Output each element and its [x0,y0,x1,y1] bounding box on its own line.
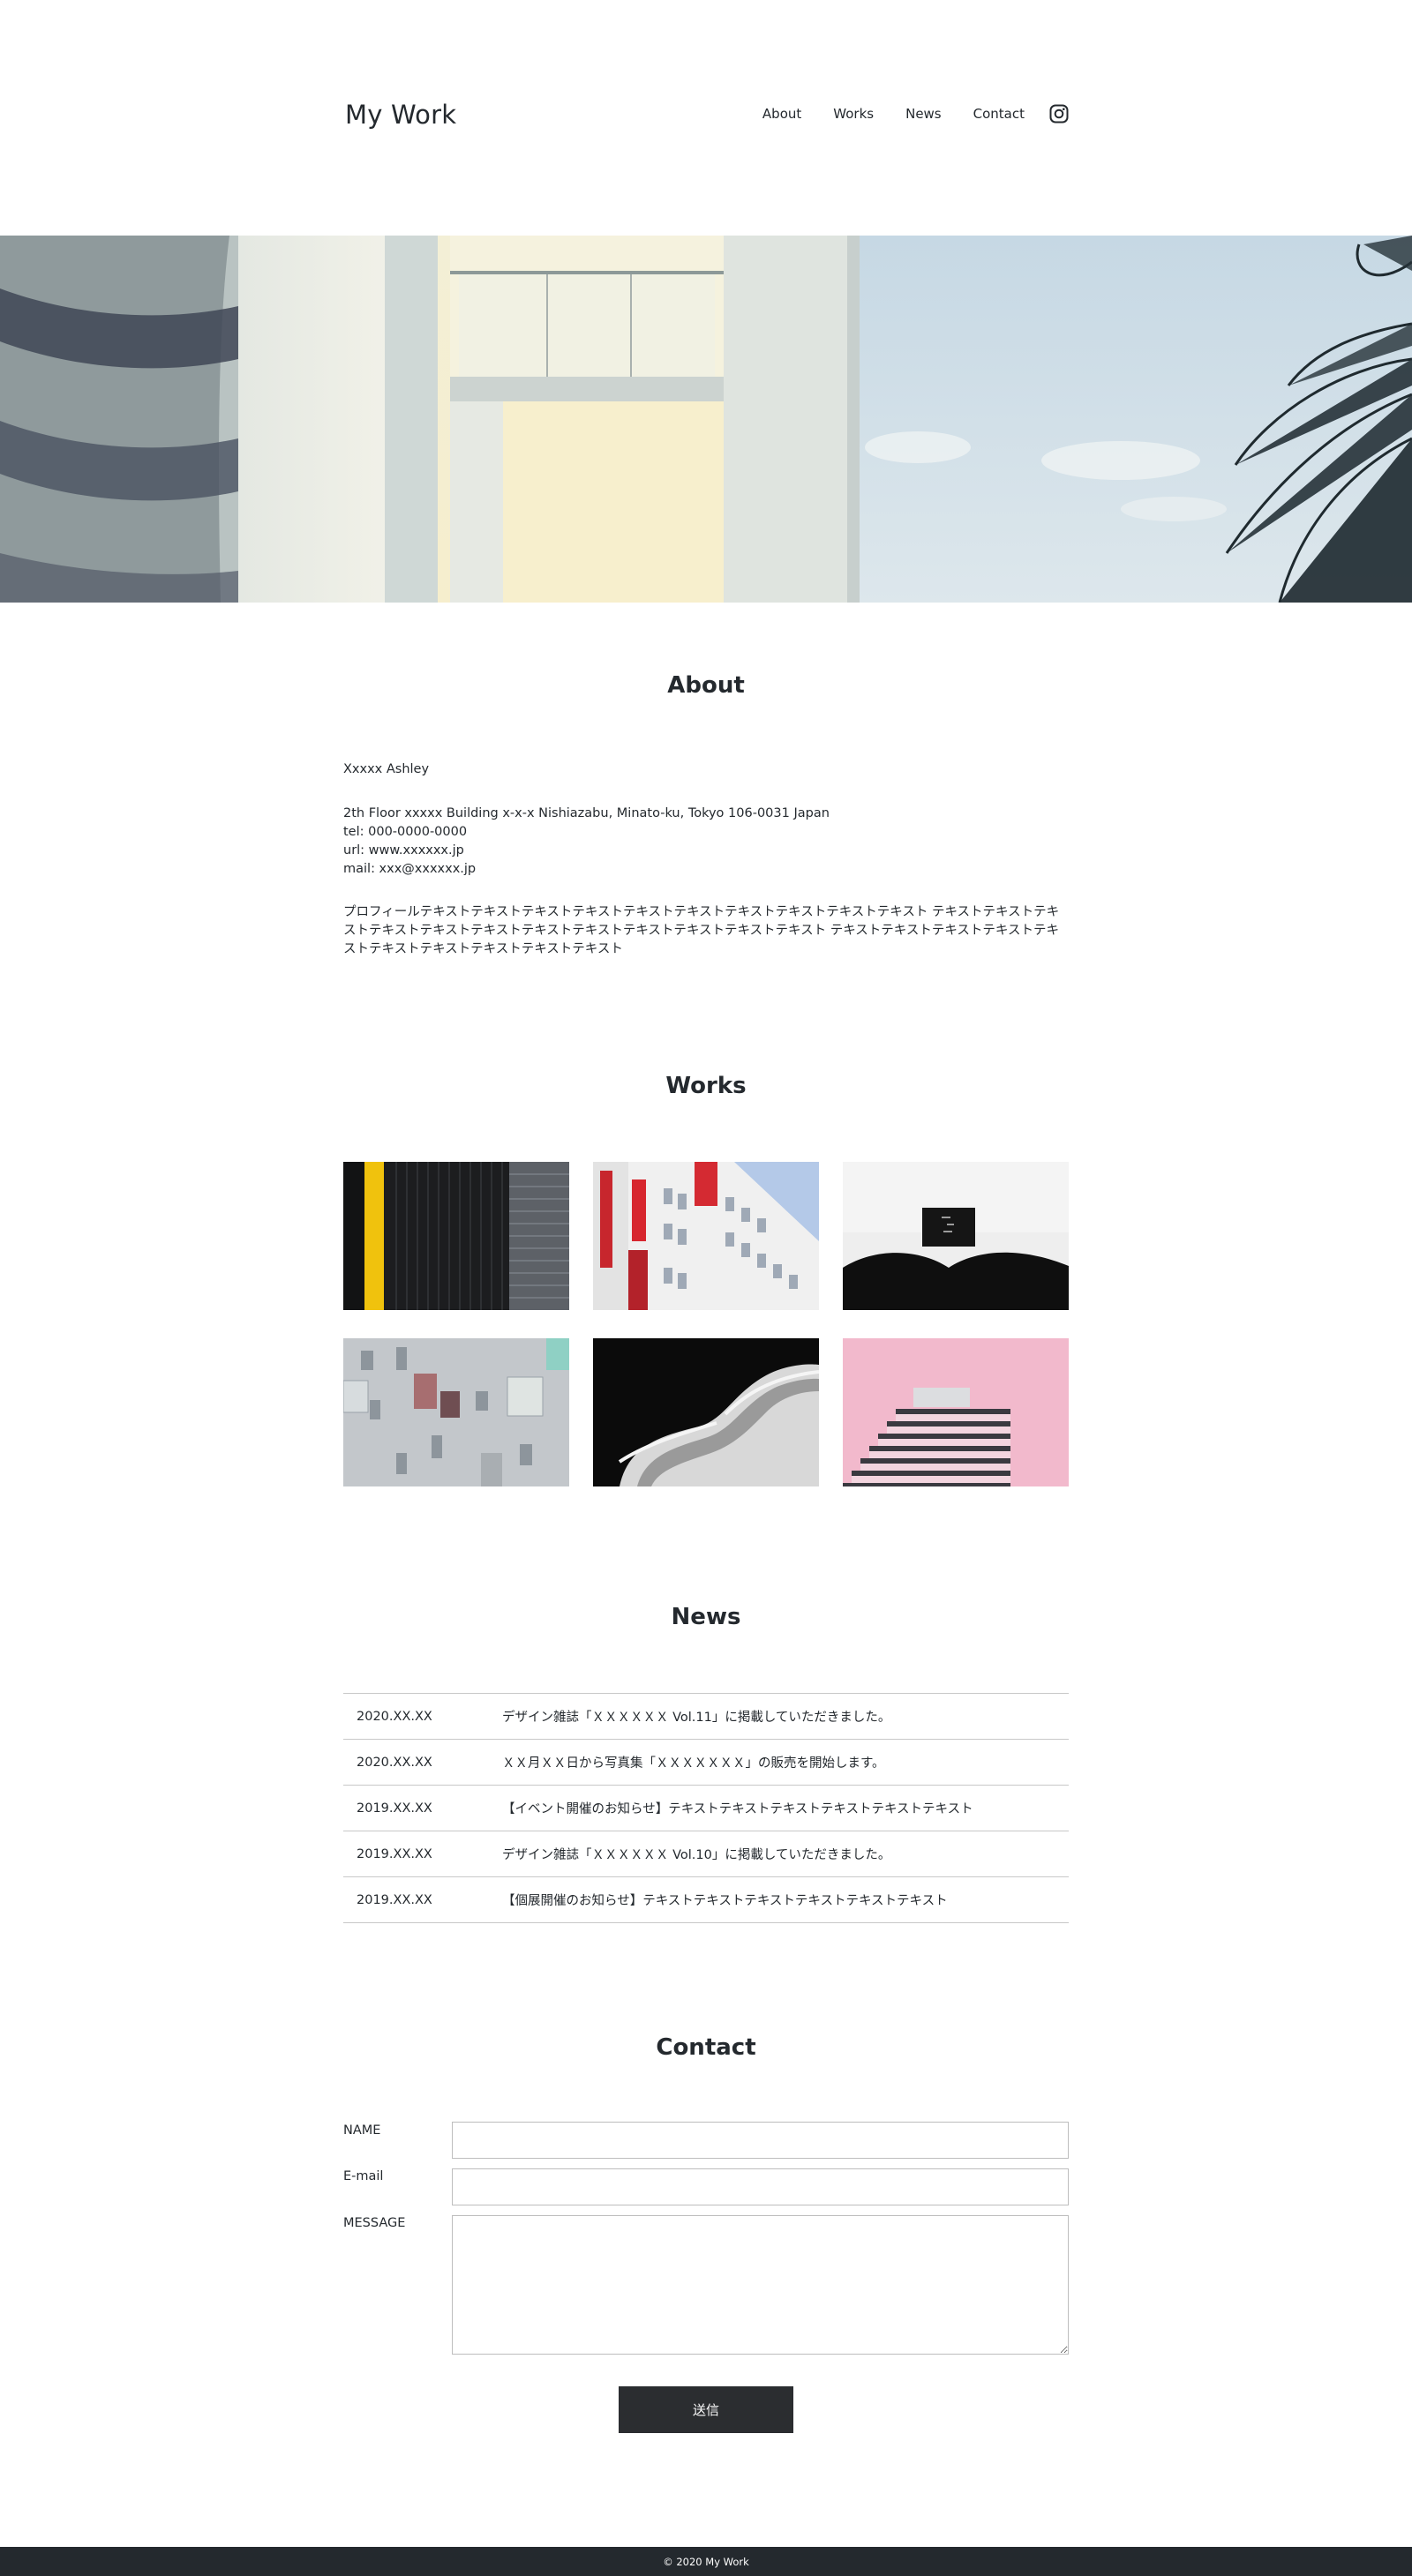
work-item-4[interactable] [343,1338,569,1486]
about-url: url: www.xxxxxx.jp [343,843,464,857]
news-item[interactable]: 2019.XX.XX 【イベント開催のお知らせ】テキストテキストテキストテキスト… [343,1786,1069,1831]
work-item-3[interactable] [843,1162,1069,1310]
copyright-text: © 2020 My Work [663,2555,749,2568]
site-header: My Work About Works News Contact [0,0,1412,236]
news-date: 2020.XX.XX [357,1709,432,1724]
name-field[interactable] [452,2122,1069,2159]
nav-works-link[interactable]: Works [833,106,874,122]
news-date: 2019.XX.XX [357,1892,432,1907]
news-item[interactable]: 2020.XX.XX デザイン雑誌「ＸＸＸＸＸＸ Vol.11」に掲載していただ… [343,1694,1069,1740]
about-profile: プロフィールテキストテキストテキストテキストテキストテキストテキストテキストテキ… [343,905,1060,956]
work-item-6[interactable] [843,1338,1069,1486]
news-date: 2019.XX.XX [357,1801,432,1816]
main-nav: About Works News Contact [762,104,1069,124]
news-date: 2020.XX.XX [357,1755,432,1770]
nav-about-link[interactable]: About [762,106,801,122]
news-text: デザイン雑誌「ＸＸＸＸＸＸ Vol.11」に掲載していただきました。 [502,1711,891,1725]
nav-contact-link[interactable]: Contact [973,106,1025,122]
news-text: ＸＸ月ＸＸ日から写真集「ＸＸＸＸＸＸＸ」の販売を開始します。 [502,1756,885,1771]
news-item[interactable]: 2019.XX.XX デザイン雑誌「ＸＸＸＸＸＸ Vol.10」に掲載していただ… [343,1831,1069,1877]
about-name: Xxxxx Ashley [343,762,430,776]
about-address: 2th Floor xxxxx Building x-x-x Nishiazab… [343,806,830,820]
nav-news-link[interactable]: News [905,106,942,122]
contact-title: Contact [656,2034,756,2061]
email-label: E-mail [343,2169,384,2183]
about-mail: mail: xxx@xxxxxx.jp [343,862,477,876]
site-logo[interactable]: My Work [345,100,456,130]
works-title: Works [665,1073,747,1099]
works-grid [343,1162,1069,1486]
news-item[interactable]: 2019.XX.XX 【個展開催のお知らせ】テキストテキストテキストテキストテキ… [343,1877,1069,1923]
news-list: 2020.XX.XX デザイン雑誌「ＸＸＸＸＸＸ Vol.11」に掲載していただ… [343,1693,1069,1923]
work-item-1[interactable] [343,1162,569,1310]
news-text: 【イベント開催のお知らせ】テキストテキストテキストテキストテキストテキスト [502,1802,973,1816]
hero-image [0,236,1412,603]
site-footer: © 2020 My Work [0,2547,1412,2576]
news-title: News [671,1604,741,1630]
about-tel: tel: 000-0000-0000 [343,825,468,839]
email-field[interactable] [452,2168,1069,2205]
submit-button[interactable]: 送信 [619,2386,793,2433]
name-label: NAME [343,2123,381,2138]
work-item-2[interactable] [593,1162,819,1310]
news-date: 2019.XX.XX [357,1846,432,1861]
news-text: 【個展開催のお知らせ】テキストテキストテキストテキストテキストテキスト [502,1894,948,1908]
news-text: デザイン雑誌「ＸＸＸＸＸＸ Vol.10」に掲載していただきました。 [502,1848,891,1862]
message-label: MESSAGE [343,2216,406,2230]
work-item-5[interactable] [593,1338,819,1486]
instagram-icon[interactable] [1049,104,1069,124]
message-field[interactable] [452,2215,1069,2355]
news-item[interactable]: 2020.XX.XX ＸＸ月ＸＸ日から写真集「ＸＸＸＸＸＸＸ」の販売を開始します… [343,1740,1069,1786]
about-title: About [667,672,745,699]
